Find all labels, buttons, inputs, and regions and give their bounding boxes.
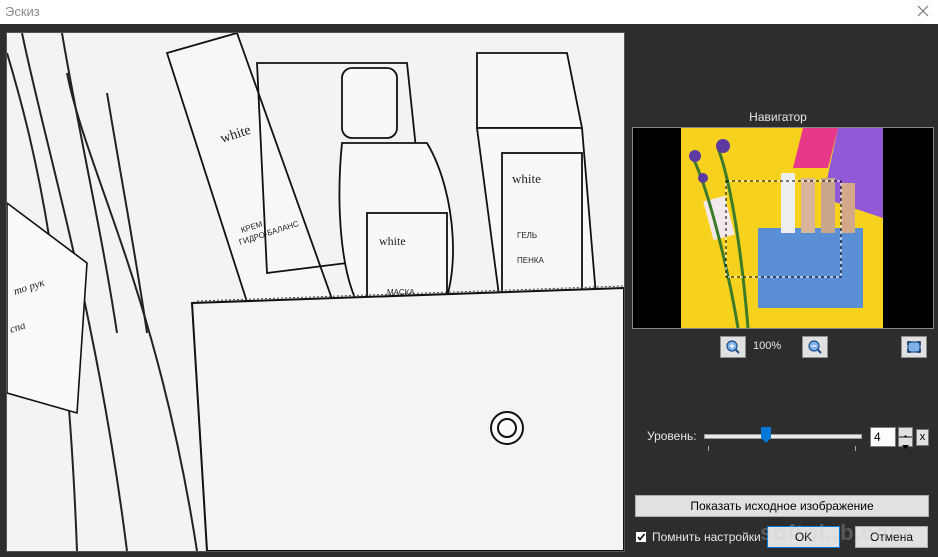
remember-checkbox[interactable] xyxy=(635,531,647,543)
navigator-image xyxy=(633,128,933,328)
navigator-thumbnail[interactable] xyxy=(632,127,934,329)
level-input[interactable] xyxy=(870,427,896,447)
remember-settings[interactable]: Помнить настройки xyxy=(635,529,761,545)
svg-text:white: white xyxy=(512,171,541,186)
zoom-in-button[interactable] xyxy=(720,336,746,358)
window-title: Эскиз xyxy=(5,4,40,19)
level-label: Уровень: xyxy=(647,429,697,443)
sketch-preview[interactable]: то рук спа white КРЕМ ГИДРО-БАЛАНС white… xyxy=(6,32,625,552)
watermark: softol..b.com xyxy=(760,520,910,545)
remember-label: Помнить настройки xyxy=(652,530,761,544)
zoom-out-icon xyxy=(808,340,822,354)
title-bar: Эскиз xyxy=(0,0,938,24)
sketch-preview-image: то рук спа white КРЕМ ГИДРО-БАЛАНС white… xyxy=(7,33,624,551)
slider-tick-max xyxy=(855,446,856,451)
navigator-title: Навигатор xyxy=(749,110,807,124)
close-icon xyxy=(917,5,929,17)
level-spin-down[interactable] xyxy=(898,437,913,449)
show-original-button[interactable]: Показать исходное изображение xyxy=(635,495,929,517)
zoom-in-icon xyxy=(726,340,740,354)
fit-screen-icon xyxy=(907,341,921,353)
level-multiplier-button[interactable]: x xyxy=(916,429,929,446)
right-panel: Навигатор 100% Уровень: 4 x Показать исх… xyxy=(628,24,938,557)
zoom-out-button[interactable] xyxy=(802,336,828,358)
svg-text:white: white xyxy=(379,234,406,248)
level-spin-up[interactable] xyxy=(898,427,913,439)
svg-text:ПЕНКА: ПЕНКА xyxy=(517,256,545,265)
checkmark-icon xyxy=(637,533,646,541)
svg-text:ГЕЛЬ: ГЕЛЬ xyxy=(517,231,537,240)
close-button[interactable] xyxy=(914,2,932,20)
zoom-level: 100% xyxy=(753,340,782,352)
level-slider-track[interactable] xyxy=(704,434,862,439)
slider-tick-min xyxy=(708,446,709,451)
level-slider-thumb[interactable] xyxy=(761,427,772,443)
arrow-down-icon xyxy=(902,445,909,449)
fit-screen-button[interactable] xyxy=(901,336,927,358)
